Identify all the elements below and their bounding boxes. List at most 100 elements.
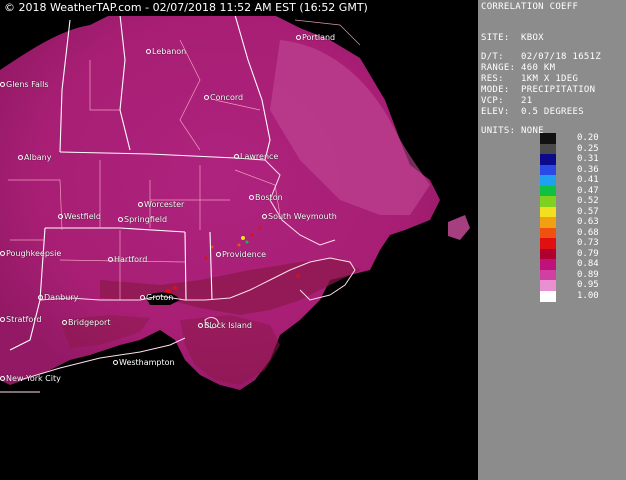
city-name: Lawrence — [240, 152, 279, 161]
scale-label: 0.25 — [577, 143, 599, 154]
city-label: Bridgeport — [62, 318, 110, 328]
city-label: Hartford — [108, 255, 147, 265]
scale-swatch — [540, 217, 556, 228]
city-label: New York City — [0, 374, 61, 384]
city-name: Providence — [222, 250, 267, 259]
city-name: Portland — [302, 33, 336, 42]
info-panel: CORRELATION COEFF SITE: KBOX D/T: 02/07/… — [478, 0, 626, 480]
city-label: Worcester — [138, 200, 184, 210]
city-label: Albany — [18, 153, 51, 163]
city-dot-icon — [0, 317, 5, 322]
city-name: Westhampton — [119, 358, 175, 367]
city-label: Lebanon — [146, 47, 186, 57]
city-name: South Weymouth — [268, 212, 337, 221]
city-label: Concord — [204, 93, 243, 103]
radar-map[interactable]: Portland Lebanon Glens Falls Concord Albany L… — [0, 0, 478, 480]
city-label: Boston — [249, 193, 283, 203]
city-name: Danbury — [44, 293, 79, 302]
city-dot-icon — [204, 95, 209, 100]
city-label: Providence — [216, 250, 266, 260]
city-name: Hartford — [114, 255, 148, 264]
scale-swatch — [540, 143, 556, 155]
scale-swatch — [540, 259, 556, 270]
city-dot-icon — [249, 195, 254, 200]
range-line: RANGE: 460 KM — [481, 63, 556, 73]
city-name: Springfield — [124, 215, 168, 224]
scale-label: 0.73 — [577, 238, 599, 248]
city-label: Danbury — [38, 293, 78, 303]
scale-swatch — [540, 280, 556, 291]
scale-swatch — [540, 248, 556, 260]
scale-swatch — [540, 175, 556, 186]
scale-label: 0.36 — [577, 164, 599, 175]
city-dot-icon — [262, 214, 267, 219]
city-label: Stratford — [0, 315, 41, 325]
city-dot-icon — [198, 323, 203, 328]
scale-label: 0.89 — [577, 269, 599, 280]
scale-label: 0.57 — [577, 206, 599, 217]
city-dot-icon — [18, 155, 23, 160]
city-label: Westfield — [58, 212, 101, 222]
scale-label: 0.63 — [577, 217, 599, 227]
city-dot-icon — [0, 376, 5, 381]
city-name: Albany — [24, 153, 52, 162]
city-dot-icon — [216, 252, 221, 257]
city-label: Portland — [296, 33, 335, 43]
city-dot-icon — [108, 257, 113, 262]
city-name: Groton — [146, 293, 174, 302]
scale-label: 0.68 — [577, 227, 599, 238]
city-label: Glens Falls — [0, 80, 49, 90]
city-label: Lawrence — [234, 152, 278, 162]
city-dot-icon — [0, 82, 5, 87]
city-name: Worcester — [144, 200, 185, 209]
datetime-line: D/T: 02/07/18 1651Z — [481, 52, 602, 62]
city-name: Concord — [210, 93, 244, 102]
scale-swatch — [540, 196, 556, 207]
scale-swatch — [540, 164, 556, 176]
vcp-line: VCP: 21 — [481, 96, 533, 106]
city-label: Westhampton — [113, 358, 175, 368]
product-title: CORRELATION COEFF — [481, 2, 579, 12]
scale-label: 0.31 — [577, 154, 599, 164]
city-label: South Weymouth — [262, 212, 337, 222]
scale-swatch — [540, 227, 556, 239]
city-label: Groton — [140, 293, 173, 303]
city-dot-icon — [62, 320, 67, 325]
city-name: Boston — [255, 193, 283, 202]
city-name: Poughkeepsie — [6, 249, 62, 258]
city-dot-icon — [38, 295, 43, 300]
scale-swatch — [540, 185, 556, 197]
city-label: Springfield — [118, 215, 167, 225]
city-name: Glens Falls — [6, 80, 49, 89]
site-line: SITE: KBOX — [481, 33, 544, 43]
scale-label: 0.52 — [577, 196, 599, 206]
city-name: Block Island — [204, 321, 252, 330]
city-name: Westfield — [64, 212, 101, 221]
city-dot-icon — [146, 49, 151, 54]
city-dot-icon — [58, 214, 63, 219]
scale-swatch — [540, 206, 556, 218]
scale-label: 0.47 — [577, 185, 599, 196]
scale-label: 0.79 — [577, 248, 599, 259]
elevation-line: ELEV: 0.5 DEGREES — [481, 107, 584, 117]
city-name: Stratford — [6, 315, 42, 324]
city-name: New York City — [6, 374, 61, 383]
city-dot-icon — [234, 154, 239, 159]
timestamp-banner: © 2018 WeatherTAP.com - 02/07/2018 11:52… — [0, 0, 372, 16]
city-dot-icon — [296, 35, 301, 40]
city-label: Block Island — [198, 321, 252, 331]
units-line: UNITS: NONE — [481, 126, 544, 136]
mode-line: MODE: PRECIPITATION — [481, 85, 596, 95]
scale-swatch — [540, 269, 556, 281]
scale-swatch — [540, 238, 556, 249]
scale-label: 0.95 — [577, 280, 599, 290]
scale-label: 0.20 — [577, 133, 599, 143]
scale-swatch — [540, 154, 556, 165]
city-dot-icon — [113, 360, 118, 365]
city-name: Bridgeport — [68, 318, 111, 327]
scale-label: 0.41 — [577, 175, 599, 185]
scale-label: 1.00 — [577, 290, 599, 301]
city-label: Poughkeepsie — [0, 249, 61, 259]
city-name: Lebanon — [152, 47, 187, 56]
scale-swatch — [540, 133, 556, 144]
